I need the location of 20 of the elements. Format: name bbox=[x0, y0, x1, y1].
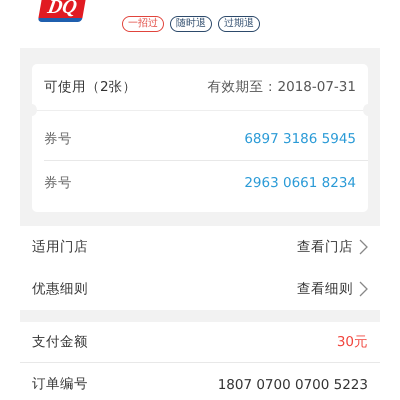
row-label: 支付金额 bbox=[32, 333, 88, 351]
code-label: 券号 bbox=[44, 174, 72, 192]
row-label: 适用门店 bbox=[32, 238, 88, 256]
view-link[interactable]: 查看细则 bbox=[297, 280, 353, 298]
feature-tag: 随时退 bbox=[170, 16, 212, 32]
chevron-right-icon[interactable] bbox=[359, 281, 368, 297]
dq-logo: DQ bbox=[38, 0, 86, 22]
row-label: 订单编号 bbox=[32, 375, 88, 393]
coupon-code: 6897 3186 5945 bbox=[244, 130, 356, 146]
available-count: 可使用（2张） bbox=[44, 78, 137, 96]
chevron-right-icon[interactable] bbox=[359, 239, 368, 255]
feature-tag: 过期退 bbox=[218, 16, 260, 32]
coupon-code: 2963 0661 8234 bbox=[244, 174, 356, 190]
expiry-date: 有效期至：2018-07-31 bbox=[208, 78, 356, 96]
payment-amount: 30元 bbox=[336, 333, 368, 351]
row-label: 优惠细则 bbox=[32, 280, 88, 298]
order-number: 1807 0700 0700 5223 bbox=[218, 377, 368, 393]
feature-tag: 一招过 bbox=[122, 16, 164, 32]
view-link[interactable]: 查看门店 bbox=[297, 238, 353, 256]
code-label: 券号 bbox=[44, 130, 72, 148]
